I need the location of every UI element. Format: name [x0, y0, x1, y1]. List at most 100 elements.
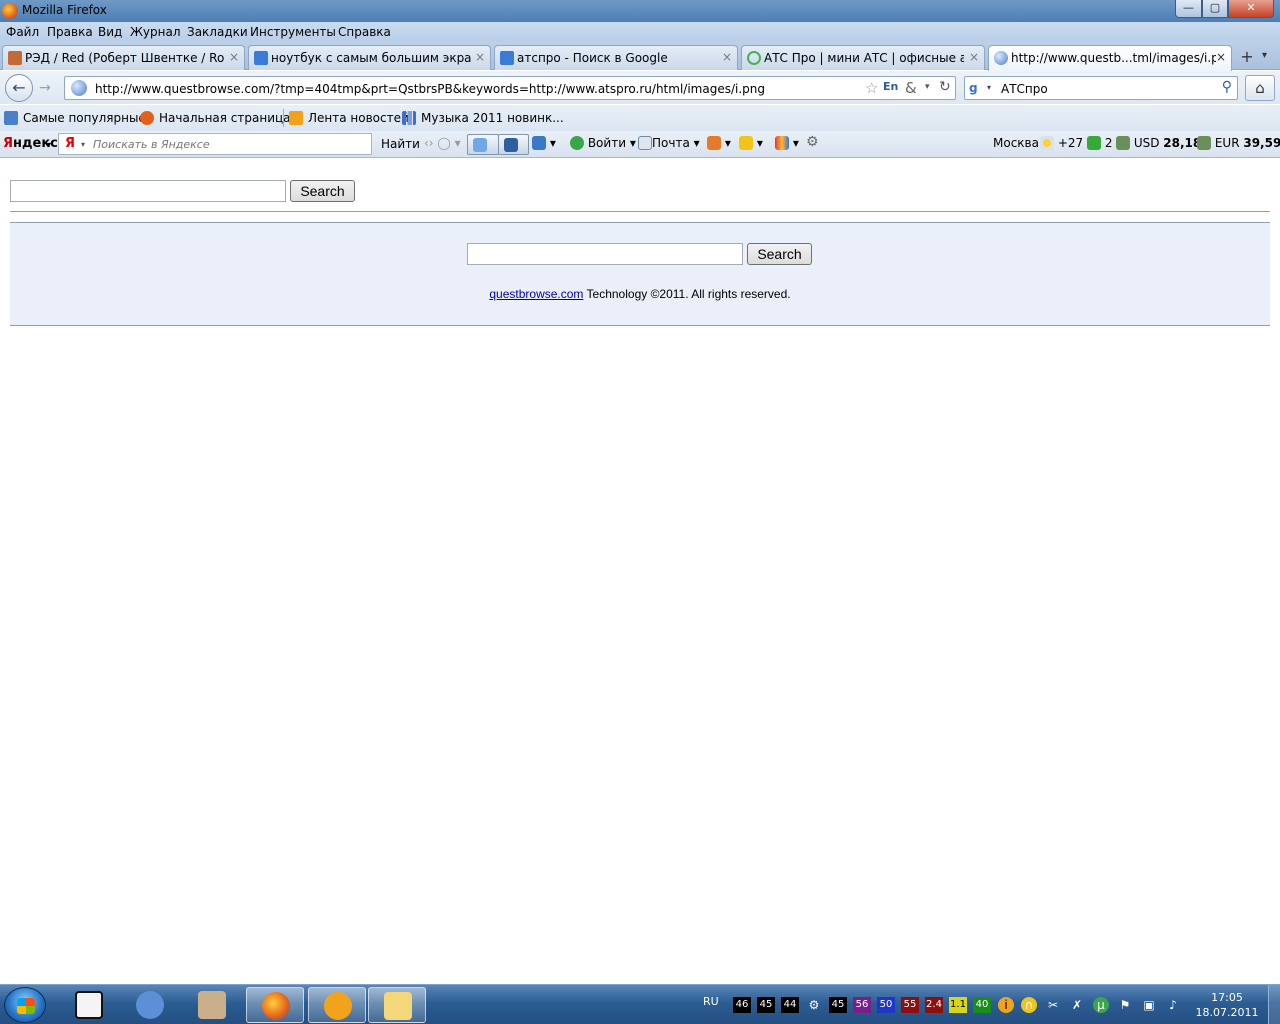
- site-identity-icon[interactable]: [71, 80, 87, 96]
- tab-close-icon[interactable]: ×: [475, 50, 485, 64]
- taskbar-xara[interactable]: [183, 987, 241, 1023]
- translate-button[interactable]: [498, 134, 529, 155]
- weather-widget[interactable]: +27: [1040, 136, 1083, 150]
- menu-bar: Файл Правка Вид Журнал Закладки Инструме…: [0, 22, 1280, 42]
- top-search-button[interactable]: Search: [290, 180, 355, 202]
- start-button[interactable]: [4, 987, 46, 1023]
- language-indicator[interactable]: RU: [703, 995, 719, 1008]
- tab-laptop-search[interactable]: ноутбук с самым большим экран... ×: [248, 45, 491, 70]
- menu-edit[interactable]: Правка: [47, 25, 93, 39]
- yandex-menu-dropdown-icon[interactable]: ▾: [47, 140, 51, 149]
- bookmark-music-2011[interactable]: Музыка 2011 новинк...: [402, 111, 564, 125]
- headphones-icon[interactable]: ∩: [1021, 997, 1037, 1013]
- translate-icon: [504, 138, 518, 152]
- tab-questbrowse[interactable]: http://www.questb...tml/images/i.png ×: [988, 45, 1232, 71]
- bookmark-most-visited[interactable]: Самые популярные: [4, 111, 146, 125]
- amp-icon[interactable]: &: [905, 79, 917, 97]
- info-tray-icon[interactable]: i: [998, 997, 1014, 1013]
- address-bar[interactable]: http://www.questbrowse.com/?tmp=404tmp&p…: [64, 76, 956, 100]
- tab-atspro-google[interactable]: атспро - Поиск в Google ×: [494, 45, 738, 70]
- tray-temp-8[interactable]: 40: [973, 997, 991, 1013]
- weather-city[interactable]: Москва: [993, 136, 1039, 150]
- tray-clock-1[interactable]: 2.4: [925, 997, 943, 1013]
- maximize-button[interactable]: ▢: [1202, 0, 1228, 18]
- tab-close-icon[interactable]: ×: [722, 50, 732, 64]
- tab-close-icon[interactable]: ×: [229, 50, 239, 64]
- action-center-flag-icon[interactable]: ⚑: [1117, 997, 1133, 1013]
- eur-rate-widget[interactable]: EUR 39,59 ▾: [1197, 136, 1280, 150]
- bookmark-star-icon[interactable]: ☆: [865, 79, 878, 97]
- menu-history[interactable]: Журнал: [130, 25, 181, 39]
- url-text[interactable]: http://www.questbrowse.com/?tmp=404tmp&p…: [95, 82, 765, 96]
- tab-close-icon[interactable]: ×: [1216, 50, 1226, 64]
- search-bar[interactable]: g ▾ АТСпро ⚲: [964, 76, 1238, 100]
- tools-icon[interactable]: ✗: [1069, 997, 1085, 1013]
- search-icon[interactable]: ⚲: [1222, 79, 1232, 95]
- tab-red-movie[interactable]: РЭД / Red (Роберт Швентке / Rober... ×: [2, 45, 245, 70]
- tray-temp-2[interactable]: 45: [757, 997, 775, 1013]
- url-history-dropdown-icon[interactable]: ▾: [925, 82, 930, 92]
- tray-temp-6[interactable]: 50: [877, 997, 895, 1013]
- minimize-button[interactable]: —: [1175, 0, 1202, 18]
- yandex-widgets-button[interactable]: ▾: [775, 136, 799, 150]
- yandex-search-box[interactable]: Я ▾: [58, 133, 372, 155]
- bookmark-news-feed[interactable]: Лента новостей: [289, 111, 409, 125]
- translate-icon[interactable]: En: [883, 80, 898, 93]
- clapper-icon[interactable]: ✂: [1045, 997, 1061, 1013]
- taskbar-firefox[interactable]: [246, 987, 304, 1023]
- engine-dropdown-icon[interactable]: ▾: [987, 83, 991, 92]
- tray-temp-4[interactable]: 45: [829, 997, 847, 1013]
- network-icon[interactable]: ▣: [1141, 997, 1157, 1013]
- taskbar-thunderbird[interactable]: [121, 987, 179, 1023]
- yandex-search-dropdown-icon[interactable]: ▾: [81, 140, 85, 149]
- google-icon[interactable]: g: [969, 81, 983, 95]
- menu-help[interactable]: Справка: [338, 25, 391, 39]
- usd-rate-widget[interactable]: USD 28,18: [1116, 136, 1201, 150]
- yandex-mail-button[interactable]: Почта ▾: [638, 136, 700, 150]
- taskbar-explorer[interactable]: [368, 987, 426, 1023]
- tray-clock-2[interactable]: 1.1: [949, 997, 967, 1013]
- spellcheck-button[interactable]: [467, 134, 499, 155]
- forward-button[interactable]: →: [34, 78, 56, 98]
- questbrowse-link[interactable]: questbrowse.com: [489, 287, 583, 301]
- home-button[interactable]: ⌂: [1245, 75, 1275, 101]
- back-button[interactable]: ←: [5, 74, 33, 102]
- yandex-search-input[interactable]: [93, 136, 365, 152]
- tray-temp-1[interactable]: 46: [733, 997, 751, 1013]
- yandex-find-button[interactable]: Найти: [381, 137, 420, 151]
- yandex-fotki-button[interactable]: ▾: [707, 136, 731, 150]
- yandex-login-button[interactable]: Войти ▾: [570, 136, 636, 150]
- taskbar-cr-app[interactable]: [60, 987, 118, 1023]
- top-search-input[interactable]: [10, 180, 286, 202]
- settings-gear-icon[interactable]: ⚙: [806, 134, 819, 150]
- menu-bookmarks[interactable]: Закладки: [187, 25, 248, 39]
- info-icon: [324, 992, 352, 1020]
- reload-button[interactable]: ↻: [939, 79, 951, 95]
- tab-list-chevron-icon[interactable]: ▾: [1262, 50, 1267, 61]
- yandex-icon: Я: [65, 136, 76, 151]
- yandex-bookmarks-button[interactable]: ▾: [739, 136, 763, 150]
- dictionary-button[interactable]: ▾: [532, 136, 556, 150]
- tray-temp-5[interactable]: 56: [853, 997, 871, 1013]
- tab-ats-pro[interactable]: АТС Про | мини АТС | офисные ат... ×: [741, 45, 985, 70]
- volume-icon[interactable]: ♪: [1165, 997, 1181, 1013]
- tray-temp-3[interactable]: 44: [781, 997, 799, 1013]
- menu-view[interactable]: Вид: [98, 25, 122, 39]
- show-desktop-button[interactable]: [1268, 985, 1280, 1024]
- search-input[interactable]: АТСпро: [1001, 82, 1048, 96]
- close-window-button[interactable]: ✕: [1228, 0, 1274, 18]
- center-search-input[interactable]: [467, 243, 743, 265]
- torrent-icon[interactable]: µ: [1093, 997, 1109, 1013]
- taskbar-info-app[interactable]: [308, 987, 366, 1023]
- tray-temp-7[interactable]: 55: [901, 997, 919, 1013]
- new-tab-button[interactable]: +: [1236, 47, 1258, 69]
- menu-file[interactable]: Файл: [6, 25, 39, 39]
- center-search-button[interactable]: Search: [747, 243, 812, 265]
- menu-tools[interactable]: Инструменты: [250, 25, 336, 39]
- steam-icon[interactable]: ⚙: [806, 997, 822, 1013]
- system-clock[interactable]: 17:05 18.07.2011: [1194, 990, 1260, 1020]
- bookmark-start-page[interactable]: Начальная страница: [140, 111, 291, 125]
- tab-close-icon[interactable]: ×: [969, 50, 979, 64]
- chat-bubble-icon[interactable]: ‹› ◯ ▾: [424, 136, 461, 150]
- traffic-widget[interactable]: 2: [1087, 136, 1112, 150]
